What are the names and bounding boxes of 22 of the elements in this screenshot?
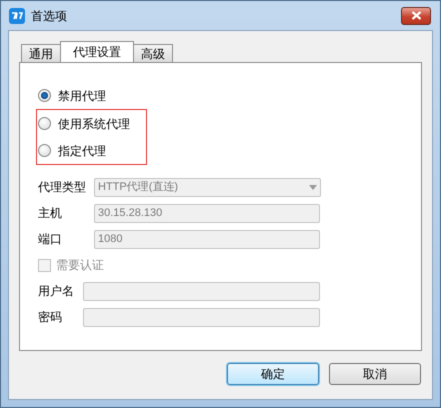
close-button[interactable] xyxy=(401,6,431,24)
radio-button[interactable] xyxy=(38,89,51,102)
app-logo-icon xyxy=(9,8,25,24)
checkbox-label: 需要认证 xyxy=(56,257,104,274)
window-title: 首选项 xyxy=(31,8,67,24)
radio-label: 使用系统代理 xyxy=(58,116,130,132)
field-label: 用户名 xyxy=(38,283,75,300)
tab[interactable]: 代理设置 xyxy=(60,41,134,62)
tab[interactable]: 通用 xyxy=(21,44,61,62)
cancel-button[interactable]: 取消 xyxy=(329,363,421,385)
field-label: 代理类型 xyxy=(38,179,87,196)
tab[interactable]: 高级 xyxy=(133,44,173,62)
dropdown-arrow-icon xyxy=(309,184,317,190)
field-label: 密码 xyxy=(38,309,63,326)
radio-label: 禁用代理 xyxy=(58,88,106,104)
radio-button[interactable] xyxy=(38,144,51,157)
ok-button[interactable]: 确定 xyxy=(227,363,319,385)
radio-button[interactable] xyxy=(38,117,51,130)
field-label: 主机 xyxy=(38,205,63,222)
radio-label: 指定代理 xyxy=(58,142,106,160)
close-icon xyxy=(410,11,422,20)
field-label: 端口 xyxy=(38,231,63,248)
